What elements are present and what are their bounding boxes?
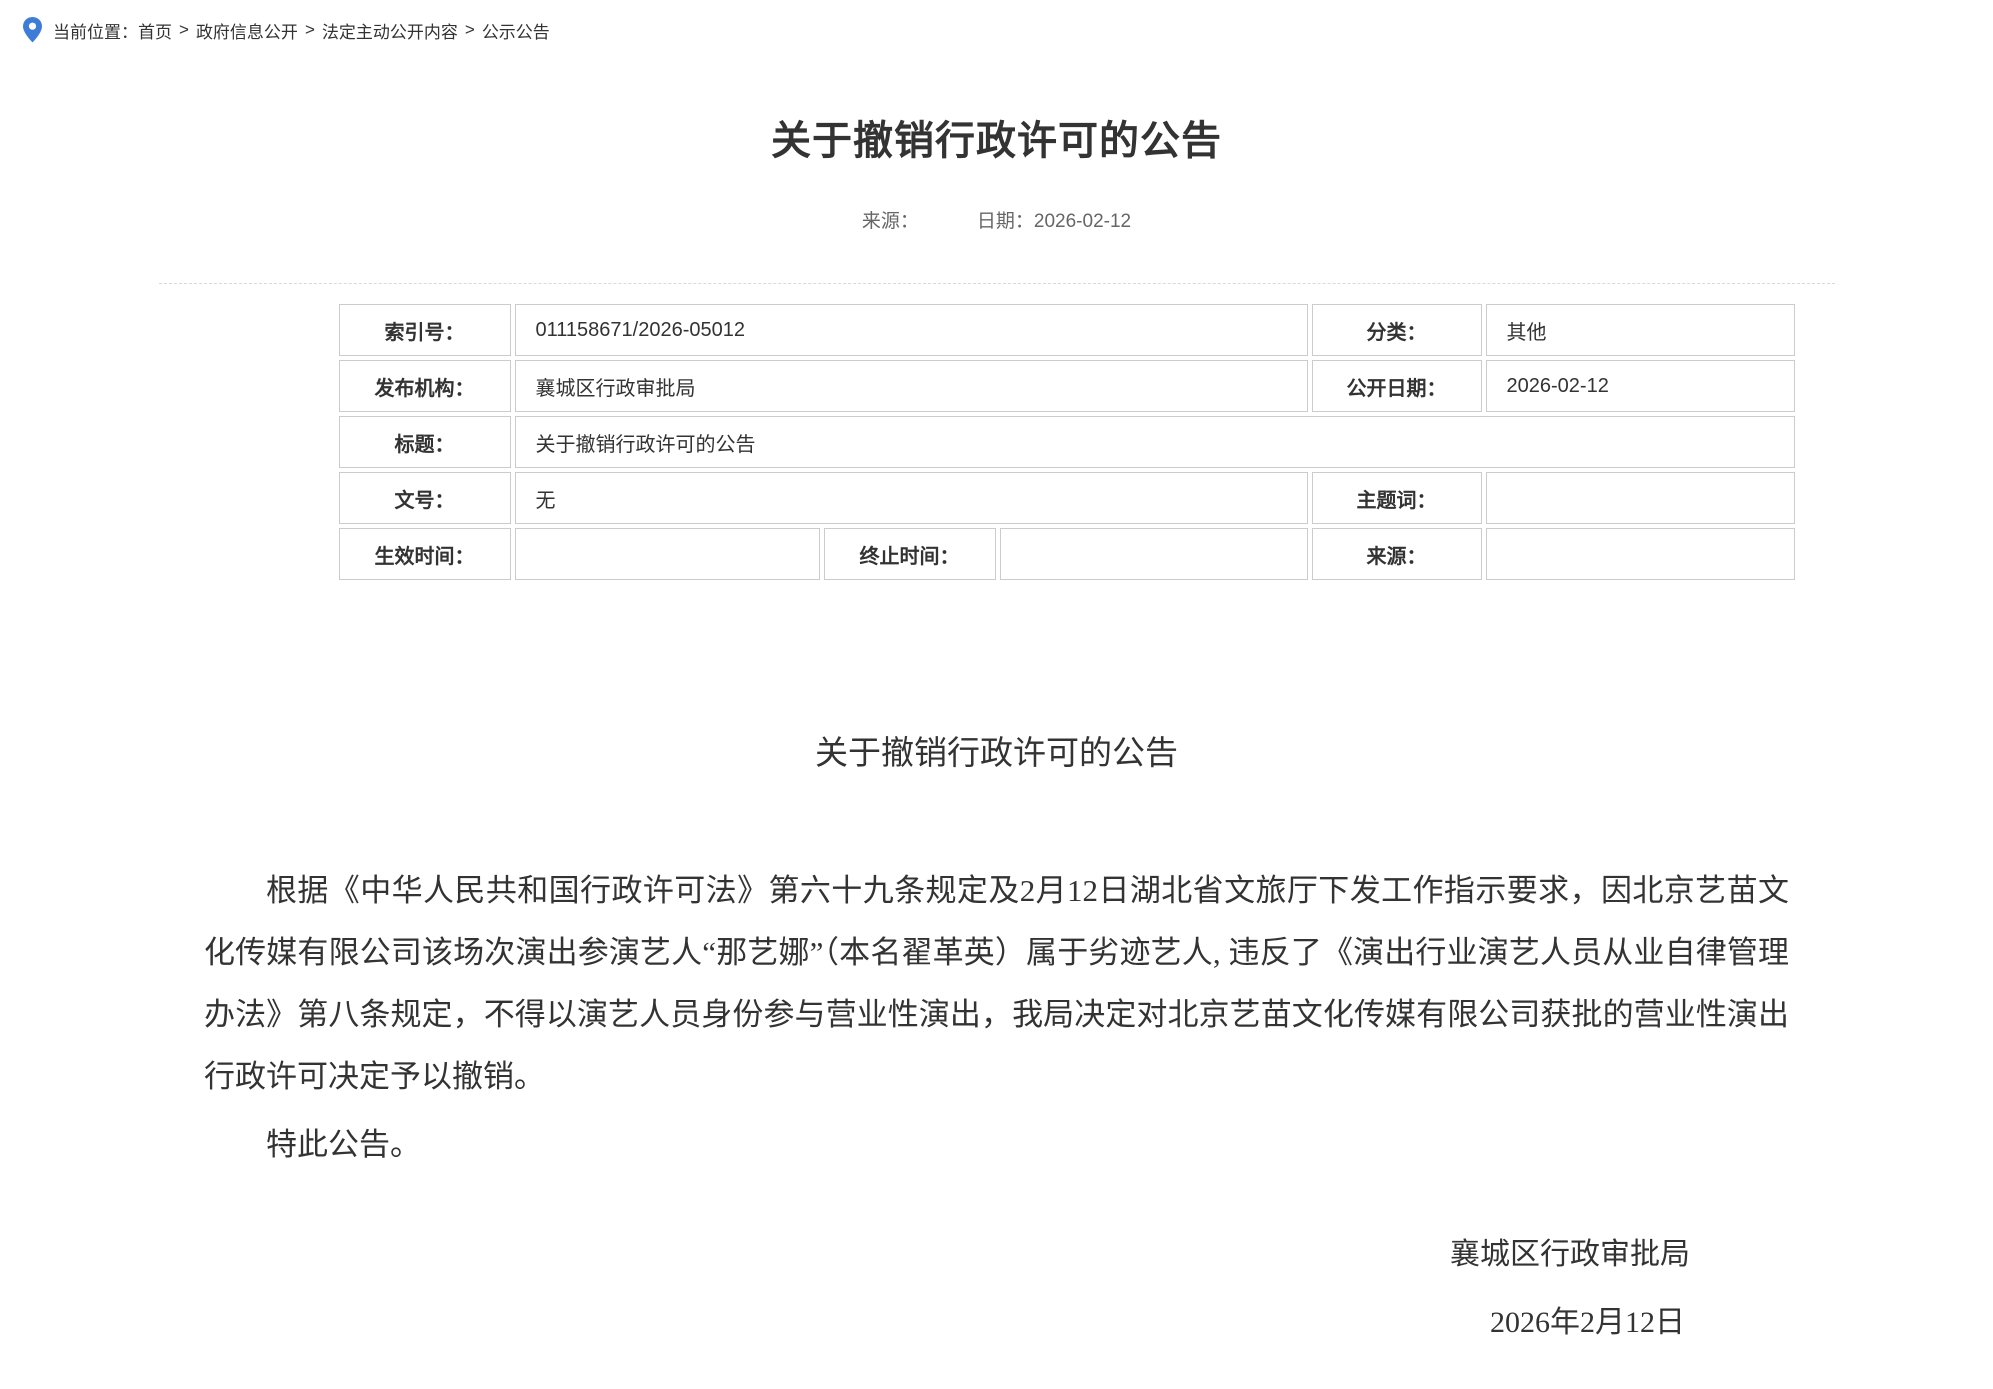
breadcrumb-item-home[interactable]: 首页 (138, 18, 172, 43)
doc-title-value: 关于撤销行政许可的公告 (515, 416, 1795, 468)
publisher-label: 发布机构： (339, 360, 511, 412)
source-value (1486, 528, 1795, 580)
announcement-article: 关于撤销行政许可的公告 根据《中华人民共和国行政许可法》第六十九条规定及2月12… (0, 726, 1993, 1354)
article-meta: 来源： 日期：2026-02-12 (0, 206, 1993, 233)
table-row: 发布机构： 襄城区行政审批局 公开日期： 2026-02-12 (339, 360, 1795, 412)
keywords-value (1486, 472, 1795, 524)
category-value: 其他 (1486, 304, 1795, 356)
doc-number-value: 无 (515, 472, 1308, 524)
breadcrumb-item-public-notices[interactable]: 公示公告 (482, 18, 550, 43)
signature-block: 襄城区行政审批局 2026年2月12日 (204, 1224, 1789, 1354)
publisher-value: 襄城区行政审批局 (515, 360, 1308, 412)
table-row: 文号： 无 主题词： (339, 472, 1795, 524)
announcement-paragraph: 根据《中华人民共和国行政许可法》第六十九条规定及2月12日湖北省文旅厅下发工作指… (204, 860, 1789, 1108)
breadcrumb-prefix: 当前位置： (53, 18, 138, 43)
table-row: 生效时间： 终止时间： 来源： (339, 528, 1795, 580)
end-time-label: 终止时间： (824, 528, 996, 580)
index-number-label: 索引号： (339, 304, 511, 356)
meta-source-label: 来源： (862, 211, 919, 232)
effective-time-value (515, 528, 820, 580)
effective-time-label: 生效时间： (339, 528, 511, 580)
breadcrumb: 当前位置： 首页 > 政府信息公开 > 法定主动公开内容 > 公示公告 (0, 0, 1993, 44)
source-label: 来源： (1312, 528, 1482, 580)
document-info-table: 索引号： 011158671/2026-05012 分类： 其他 发布机构： 襄… (335, 300, 1799, 584)
table-row: 标题： 关于撤销行政许可的公告 (339, 416, 1795, 468)
doc-number-label: 文号： (339, 472, 511, 524)
announcement-body: 根据《中华人民共和国行政许可法》第六十九条规定及2月12日湖北省文旅厅下发工作指… (204, 860, 1789, 1176)
signature-date: 2026年2月12日 (204, 1292, 1789, 1354)
signature-agency: 襄城区行政审批局 (204, 1224, 1789, 1286)
info-table-section: 索引号： 011158671/2026-05012 分类： 其他 发布机构： 襄… (159, 283, 1835, 584)
location-pin-icon (22, 16, 43, 44)
announcement-closing: 特此公告。 (204, 1114, 1789, 1176)
meta-date-label: 日期： (977, 211, 1034, 232)
category-label: 分类： (1312, 304, 1482, 356)
breadcrumb-item-legal-disclosure[interactable]: 法定主动公开内容 (322, 18, 458, 43)
doc-title-label: 标题： (339, 416, 511, 468)
breadcrumb-separator: > (305, 20, 315, 40)
publish-date-label: 公开日期： (1312, 360, 1482, 412)
index-number-value: 011158671/2026-05012 (515, 304, 1308, 356)
breadcrumb-separator: > (465, 20, 475, 40)
end-time-value (1000, 528, 1308, 580)
page-title: 关于撤销行政许可的公告 (0, 108, 1993, 166)
breadcrumb-separator: > (179, 20, 189, 40)
keywords-label: 主题词： (1312, 472, 1482, 524)
publish-date-value: 2026-02-12 (1486, 360, 1795, 412)
table-row: 索引号： 011158671/2026-05012 分类： 其他 (339, 304, 1795, 356)
meta-date-value: 2026-02-12 (1034, 211, 1131, 232)
announcement-title: 关于撤销行政许可的公告 (0, 726, 1993, 774)
breadcrumb-item-gov-info[interactable]: 政府信息公开 (196, 18, 298, 43)
